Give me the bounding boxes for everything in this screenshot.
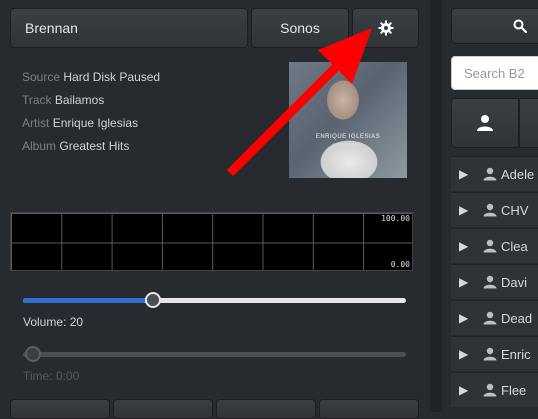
system-name: Sonos — [280, 20, 320, 36]
search-button[interactable] — [451, 8, 538, 44]
person-icon — [483, 311, 497, 325]
track-row: Track Bailamos — [22, 93, 104, 107]
artist-list-item[interactable]: ▶ Davi — [451, 264, 538, 299]
settings-button[interactable] — [352, 8, 419, 48]
person-icon — [483, 347, 497, 361]
time-slider-handle[interactable] — [25, 346, 41, 362]
person-icon — [483, 167, 497, 181]
artist-name: Adele — [501, 166, 535, 182]
volume-slider-handle[interactable] — [144, 292, 161, 308]
tab-artists[interactable] — [451, 98, 519, 148]
time-label: Time: 0:00 — [23, 369, 80, 383]
person-icon — [483, 275, 497, 289]
artist-list-item[interactable]: ▶ Adele — [451, 156, 538, 191]
album-label: Album — [22, 139, 57, 153]
person-icon — [483, 239, 497, 253]
artist-name: CHV — [501, 202, 529, 218]
transport-button-2[interactable] — [113, 399, 213, 419]
artist-name: Dead — [501, 310, 533, 326]
transport-button-3[interactable] — [216, 399, 316, 419]
artist-name: Clea — [501, 238, 528, 254]
time-slider[interactable] — [23, 352, 406, 357]
album-row: Album Greatest Hits — [22, 139, 129, 153]
panel-divider — [430, 0, 442, 412]
system-button[interactable]: Sonos — [251, 8, 349, 48]
artist-list-item[interactable]: ▶ Flee — [451, 372, 538, 407]
play-icon[interactable]: ▶ — [459, 203, 469, 217]
zone-name: Brennan — [25, 20, 78, 36]
track-label: Track — [22, 93, 52, 107]
search-placeholder: Search B2 — [464, 65, 525, 81]
artist-list-item[interactable]: ▶ Clea — [451, 228, 538, 263]
play-icon[interactable]: ▶ — [459, 275, 469, 289]
source-value: Hard Disk Paused — [63, 70, 161, 84]
person-icon — [483, 203, 497, 217]
volume-slider[interactable] — [23, 298, 406, 303]
artist-list-item[interactable]: ▶ CHV — [451, 192, 538, 227]
play-icon[interactable]: ▶ — [459, 347, 469, 361]
transport-button-4[interactable] — [319, 399, 419, 419]
artist-label: Artist — [22, 116, 50, 130]
gear-icon — [378, 20, 393, 36]
artist-name: Enric — [501, 346, 531, 362]
person-icon — [477, 115, 493, 131]
album-art-subtitle: GREATEST HITS — [332, 142, 364, 147]
album-art: ENRIQUE IGLESIAS GREATEST HITS — [289, 62, 407, 178]
zone-button[interactable]: Brennan — [10, 8, 248, 48]
artist-list-item[interactable]: ▶ Dead — [451, 300, 538, 335]
visualizer-graph: 100.00 0.00 — [10, 212, 413, 271]
album-value: Greatest Hits — [59, 139, 130, 153]
artist-row: Artist Enrique Iglesias — [22, 116, 138, 130]
visualizer-max-label: 100.00 — [381, 214, 410, 223]
album-art-title: ENRIQUE IGLESIAS — [315, 134, 381, 140]
play-icon[interactable]: ▶ — [459, 383, 469, 397]
volume-fill — [23, 298, 146, 303]
artist-name: Flee — [501, 382, 527, 398]
artist-list-item[interactable]: ▶ Enric — [451, 336, 538, 371]
volume-label: Volume: 20 — [23, 315, 84, 329]
transport-button-1[interactable] — [10, 399, 110, 419]
play-icon[interactable]: ▶ — [459, 239, 469, 253]
artist-value: Enrique Iglesias — [52, 116, 139, 130]
play-icon[interactable]: ▶ — [459, 311, 469, 325]
play-icon[interactable]: ▶ — [459, 167, 469, 181]
track-value: Bailamos — [54, 93, 105, 107]
tab-albums[interactable] — [519, 98, 538, 148]
artist-name: Davi — [501, 274, 528, 290]
source-row: Source Hard Disk Paused — [22, 70, 160, 84]
visualizer-min-label: 0.00 — [390, 260, 410, 269]
search-input[interactable]: Search B2 — [451, 56, 538, 90]
search-icon — [513, 19, 527, 33]
person-icon — [483, 383, 497, 397]
source-label: Source — [22, 70, 61, 84]
